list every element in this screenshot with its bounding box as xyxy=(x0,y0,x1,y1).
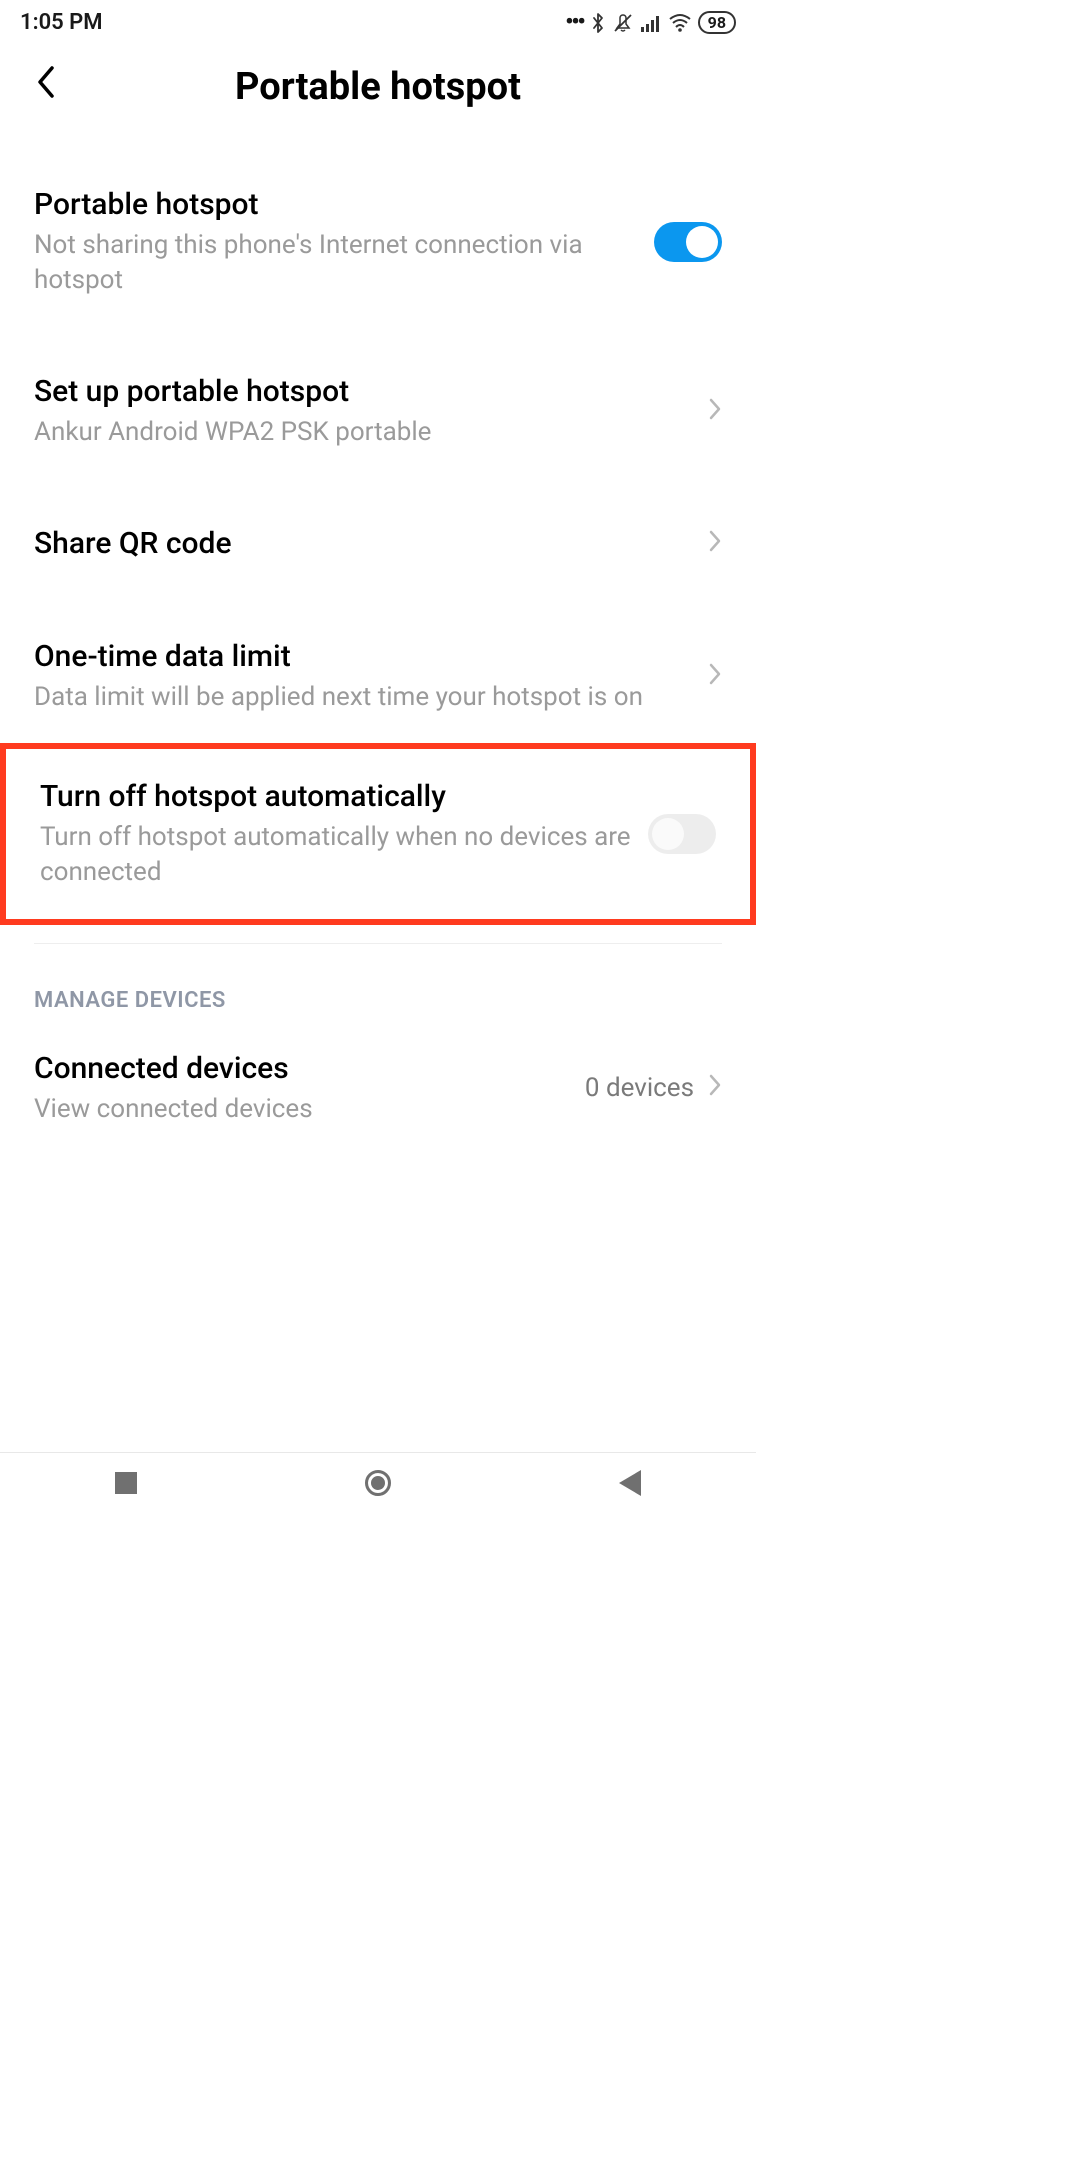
back-button[interactable] xyxy=(34,64,56,110)
row-auto-off[interactable]: Turn off hotspot automatically Turn off … xyxy=(40,749,716,918)
row-title: One-time data limit xyxy=(34,637,694,676)
chevron-right-icon xyxy=(708,526,722,561)
battery-icon: 98 xyxy=(698,11,736,34)
page-title: Portable hotspot xyxy=(28,65,728,109)
highlight-annotation: Turn off hotspot automatically Turn off … xyxy=(0,743,756,924)
mute-vibrate-icon xyxy=(612,12,634,34)
chevron-right-icon xyxy=(708,659,722,694)
nav-home-button[interactable] xyxy=(362,1467,394,1499)
row-portable-hotspot[interactable]: Portable hotspot Not sharing this phone'… xyxy=(34,157,722,326)
row-subtitle: Data limit will be applied next time you… xyxy=(34,680,694,715)
square-icon xyxy=(115,1472,137,1494)
hotspot-toggle[interactable] xyxy=(654,222,722,262)
row-share-qr[interactable]: Share QR code xyxy=(34,496,722,591)
row-setup-hotspot[interactable]: Set up portable hotspot Ankur Android WP… xyxy=(34,344,722,478)
wifi-icon xyxy=(668,13,692,33)
chevron-right-icon xyxy=(708,394,722,429)
nav-back-button[interactable] xyxy=(614,1467,646,1499)
row-data-limit[interactable]: One-time data limit Data limit will be a… xyxy=(34,609,722,743)
row-subtitle: Turn off hotspot automatically when no d… xyxy=(40,820,634,890)
row-title: Set up portable hotspot xyxy=(34,372,694,411)
section-manage-devices: MANAGE DEVICES xyxy=(34,944,722,1021)
chevron-right-icon xyxy=(708,1070,722,1105)
nav-recents-button[interactable] xyxy=(110,1467,142,1499)
row-subtitle: Not sharing this phone's Internet connec… xyxy=(34,228,640,298)
app-header: Portable hotspot xyxy=(0,43,756,139)
status-bar: 1:05 PM ••• 98 xyxy=(0,0,756,43)
row-connected-devices[interactable]: Connected devices View connected devices… xyxy=(34,1021,722,1155)
circle-icon xyxy=(365,1470,391,1496)
row-title: Share QR code xyxy=(34,524,694,563)
status-icons: ••• 98 xyxy=(565,10,736,35)
toggle-knob xyxy=(686,226,718,258)
bluetooth-icon xyxy=(590,12,606,34)
connected-count: 0 devices xyxy=(585,1073,694,1103)
more-dots-icon: ••• xyxy=(565,10,583,35)
auto-off-toggle[interactable] xyxy=(648,814,716,854)
triangle-icon xyxy=(619,1470,641,1496)
row-subtitle: View connected devices xyxy=(34,1092,571,1127)
navigation-bar xyxy=(0,1452,756,1512)
row-title: Turn off hotspot automatically xyxy=(40,777,634,816)
signal-icon xyxy=(640,13,662,33)
row-subtitle: Ankur Android WPA2 PSK portable xyxy=(34,415,694,450)
toggle-knob xyxy=(652,818,684,850)
row-title: Connected devices xyxy=(34,1049,571,1088)
row-title: Portable hotspot xyxy=(34,185,640,224)
status-time: 1:05 PM xyxy=(20,10,103,35)
